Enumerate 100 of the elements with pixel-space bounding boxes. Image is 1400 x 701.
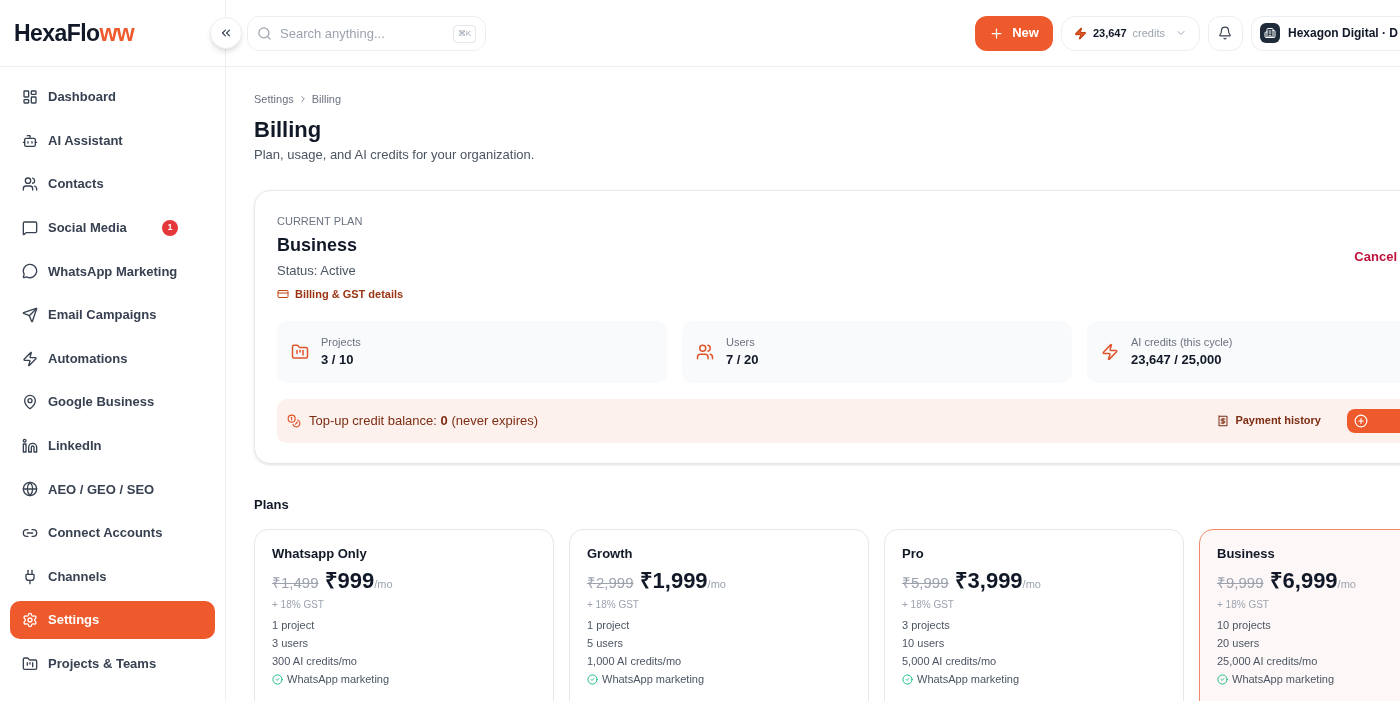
plan-feature: 1 project — [587, 618, 631, 632]
sidebar-item[interactable]: Connect Accounts — [10, 513, 215, 552]
topup-balance-text: Top-up credit balance: 0 (never expires) — [309, 411, 539, 430]
price-period: /mo — [1337, 578, 1356, 590]
plan-feature: 3 projects — [902, 618, 951, 632]
tax-note: + 18% GST — [1217, 598, 1270, 612]
folder-icon — [22, 655, 38, 672]
section-heading: Plans — [254, 496, 290, 514]
plan-name: Growth — [587, 544, 634, 563]
breadcrumb-link[interactable]: Settings — [254, 91, 294, 108]
check-circle-icon — [272, 673, 283, 685]
building-icon — [1260, 23, 1280, 43]
globe-icon — [22, 481, 38, 498]
collapse-sidebar-button[interactable] — [210, 17, 242, 49]
plan-feature: WhatsApp marketing — [1232, 672, 1335, 686]
plan-feature: WhatsApp marketing — [602, 672, 705, 686]
payment-history-link[interactable]: Payment history — [1217, 412, 1321, 429]
plan-feature: 1 project — [272, 618, 316, 632]
billing-details-link[interactable]: Billing & GST details — [277, 286, 404, 303]
notifications-button[interactable] — [1208, 15, 1243, 51]
stat-value: 3 / 10 — [321, 351, 355, 369]
price-period: /mo — [374, 578, 393, 592]
lightning-icon — [22, 350, 38, 367]
search-icon — [257, 25, 272, 41]
plan-card[interactable]: Pro ₹5,999 ₹3,999/mo + 18% GST 3 projects 10 users 5,000 AI credits/mo WhatsApp marketing — [884, 528, 1184, 701]
folder-icon — [291, 342, 309, 361]
plan-feature: 25,000 AI credits/mo — [1217, 654, 1319, 668]
speech-bubble-icon — [22, 263, 38, 280]
sidebar-item[interactable]: Projects & Teams — [10, 644, 215, 683]
plan-feature: 3 users — [272, 636, 310, 650]
plan-price: ₹3,999 — [954, 567, 1023, 595]
original-price: ₹1,499 — [272, 573, 319, 593]
plan-feature: 1,000 AI credits/mo — [587, 654, 683, 668]
linkedin-icon — [22, 437, 38, 454]
plus-circle-icon — [1354, 413, 1368, 428]
sidebar-item[interactable]: Dashboard — [10, 78, 215, 116]
page-subtitle: Plan, usage, and AI credits for your organization. — [254, 145, 536, 164]
original-price: ₹9,999 — [1217, 573, 1264, 593]
stat-value: 23,647 / 25,000 — [1131, 351, 1223, 369]
people-icon — [696, 342, 714, 361]
sidebar-item[interactable]: Automations — [10, 339, 215, 378]
cancel-button[interactable]: Cancel — [1354, 247, 1397, 267]
section-label: CURRENT PLAN — [277, 214, 364, 229]
people-icon — [22, 176, 38, 193]
coins-icon — [287, 413, 301, 428]
sidebar-item[interactable]: Contacts — [10, 165, 215, 204]
tax-note: + 18% GST — [587, 598, 640, 612]
credit-card-icon — [277, 288, 289, 301]
notification-badge: 1 — [162, 219, 178, 236]
logo: HexaFloww — [14, 18, 135, 48]
settings-icon — [22, 612, 38, 629]
sidebar-item[interactable]: WhatsApp Marketing — [10, 252, 215, 291]
credits-button[interactable]: 23,647 credits — [1060, 15, 1200, 51]
sidebar-item[interactable]: AI Assistant — [10, 121, 215, 160]
plan-card[interactable]: Business ₹9,999 ₹6,999/mo + 18% GST 10 projects 20 users 25,000 AI credits/mo WhatsApp marketing — [1199, 528, 1400, 701]
grid-icon — [22, 89, 38, 105]
stat-label: Users — [726, 334, 756, 350]
plan-feature: 10 users — [902, 636, 946, 650]
price-period: /mo — [707, 578, 726, 590]
tax-note: + 18% GST — [902, 598, 955, 612]
stat-label: Projects — [321, 334, 361, 350]
plan-price: ₹1,999 — [639, 567, 708, 595]
bell-icon — [1218, 26, 1233, 40]
keyboard-shortcut: ⌘K — [452, 24, 476, 43]
receipt-icon — [1217, 414, 1230, 427]
lightning-icon — [1073, 26, 1087, 40]
plan-name: Business — [1217, 544, 1276, 563]
tax-note: + 18% GST — [272, 598, 325, 612]
check-circle-icon — [1217, 673, 1228, 685]
sidebar-item[interactable]: Channels — [10, 557, 215, 596]
chat-bubble-icon — [22, 219, 38, 236]
plan-feature: 10 projects — [1217, 618, 1272, 632]
original-price: ₹5,999 — [902, 573, 949, 593]
price-period: /mo — [1022, 578, 1041, 590]
plan-card[interactable]: Growth ₹2,999 ₹1,999/mo + 18% GST 1 project 5 users 1,000 AI credits/mo WhatsApp marketing — [569, 528, 869, 701]
plan-status: Status: Active — [277, 261, 357, 280]
workspace-button[interactable]: Hexagon Digital · D — [1251, 15, 1400, 51]
sidebar-item[interactable]: AEO / GEO / SEO — [10, 470, 215, 509]
map-pin-icon — [22, 394, 38, 411]
robot-icon — [22, 132, 38, 149]
stat-value: 7 / 20 — [726, 351, 759, 369]
double-chevron-icon — [219, 26, 233, 40]
plan-feature: WhatsApp marketing — [917, 672, 1020, 686]
sidebar-item[interactable]: LinkedIn — [10, 426, 215, 465]
sidebar-item[interactable]: Google Business — [10, 383, 215, 422]
sidebar-item[interactable]: Email Campaigns — [10, 295, 215, 334]
plan-feature: 5,000 AI credits/mo — [902, 654, 998, 668]
plan-feature: 20 users — [1217, 636, 1261, 650]
sidebar-item[interactable]: Social Media 1 — [10, 208, 215, 247]
plan-price: ₹999 — [324, 567, 375, 595]
plan-card[interactable]: Whatsapp Only ₹1,499 ₹999/mo + 18% GST 1 project 3 users 300 AI credits/mo WhatsApp marketing — [254, 528, 554, 701]
original-price: ₹2,999 — [587, 573, 634, 593]
plan-name: Pro — [902, 544, 925, 563]
plus-icon — [989, 25, 1005, 41]
stat-label: AI credits (this cycle) — [1131, 334, 1233, 350]
plug-icon — [22, 568, 38, 585]
plan-name: Business — [277, 233, 359, 257]
paper-plane-icon — [22, 306, 38, 323]
plan-feature: 300 AI credits/mo — [272, 654, 358, 668]
check-circle-icon — [587, 673, 598, 685]
